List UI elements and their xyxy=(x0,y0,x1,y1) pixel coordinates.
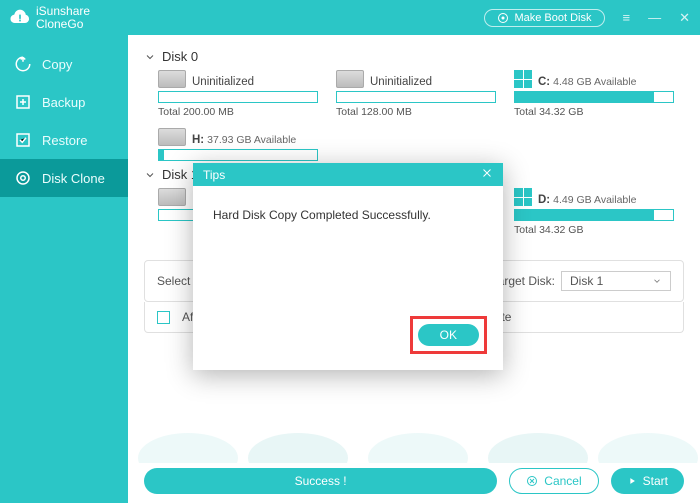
after-checkbox[interactable] xyxy=(157,311,170,324)
chevron-down-icon xyxy=(144,51,156,63)
clone-icon xyxy=(14,169,32,187)
modal-close-button[interactable] xyxy=(481,167,493,182)
progress-bar: Success ! xyxy=(144,468,497,494)
sidebar-label: Backup xyxy=(42,95,85,110)
sidebar-item-disk-clone[interactable]: Disk Clone xyxy=(0,159,128,197)
chevron-down-icon xyxy=(144,169,156,181)
sidebar: Copy Backup Restore Disk Clone xyxy=(0,35,128,503)
titlebar: iSunshare CloneGo Make Boot Disk ≡ — ✕ xyxy=(0,0,700,35)
sidebar-label: Restore xyxy=(42,133,88,148)
sidebar-item-backup[interactable]: Backup xyxy=(0,83,128,121)
cancel-icon xyxy=(526,475,538,487)
disk0-part-0[interactable]: Uninitialized Total 200.00 MB xyxy=(158,70,318,118)
ok-highlight: OK xyxy=(410,316,487,354)
close-button[interactable]: ✕ xyxy=(679,10,690,26)
copy-icon xyxy=(14,55,32,73)
footer: Success ! Cancel Start xyxy=(128,459,700,503)
disk0-part-1[interactable]: Uninitialized Total 128.00 MB xyxy=(336,70,496,118)
logo-icon xyxy=(10,8,30,28)
menu-button[interactable]: ≡ xyxy=(623,10,631,26)
modal-title: Tips xyxy=(203,168,225,182)
disk0-part-h[interactable]: H:37.93 GB Available xyxy=(158,128,318,161)
disk0-part-2[interactable]: C:4.48 GB Available Total 34.32 GB xyxy=(514,70,674,118)
disk0-title: Disk 0 xyxy=(162,49,198,64)
app-name-2: CloneGo xyxy=(36,18,90,31)
sidebar-label: Copy xyxy=(42,57,72,72)
windows-icon xyxy=(514,70,532,88)
disk0-header[interactable]: Disk 0 xyxy=(144,49,684,64)
close-icon xyxy=(481,167,493,179)
chevron-down-icon xyxy=(652,276,662,286)
app-name-1: iSunshare xyxy=(36,5,90,18)
make-boot-label: Make Boot Disk xyxy=(514,12,591,24)
modal-message: Hard Disk Copy Completed Successfully. xyxy=(213,208,431,222)
hdd-icon xyxy=(158,188,186,206)
tips-modal: Tips Hard Disk Copy Completed Successful… xyxy=(193,163,503,370)
make-boot-button[interactable]: Make Boot Disk xyxy=(484,9,604,27)
sidebar-label: Disk Clone xyxy=(42,171,105,186)
ok-button[interactable]: OK xyxy=(418,324,479,346)
backup-icon xyxy=(14,93,32,111)
play-icon xyxy=(627,476,637,486)
hdd-icon xyxy=(336,70,364,88)
minimize-button[interactable]: — xyxy=(648,10,661,26)
sidebar-item-copy[interactable]: Copy xyxy=(0,45,128,83)
cancel-button[interactable]: Cancel xyxy=(509,468,598,494)
app-logo: iSunshare CloneGo xyxy=(10,5,90,31)
target-select[interactable]: Disk 1 xyxy=(561,271,671,291)
hdd-icon xyxy=(158,70,186,88)
start-button[interactable]: Start xyxy=(611,468,684,494)
restore-icon xyxy=(14,131,32,149)
disc-icon xyxy=(497,12,509,24)
hdd-icon xyxy=(158,128,186,146)
disk1-part-2[interactable]: D:4.49 GB Available Total 34.32 GB xyxy=(514,188,674,236)
windows-icon xyxy=(514,188,532,206)
sidebar-item-restore[interactable]: Restore xyxy=(0,121,128,159)
